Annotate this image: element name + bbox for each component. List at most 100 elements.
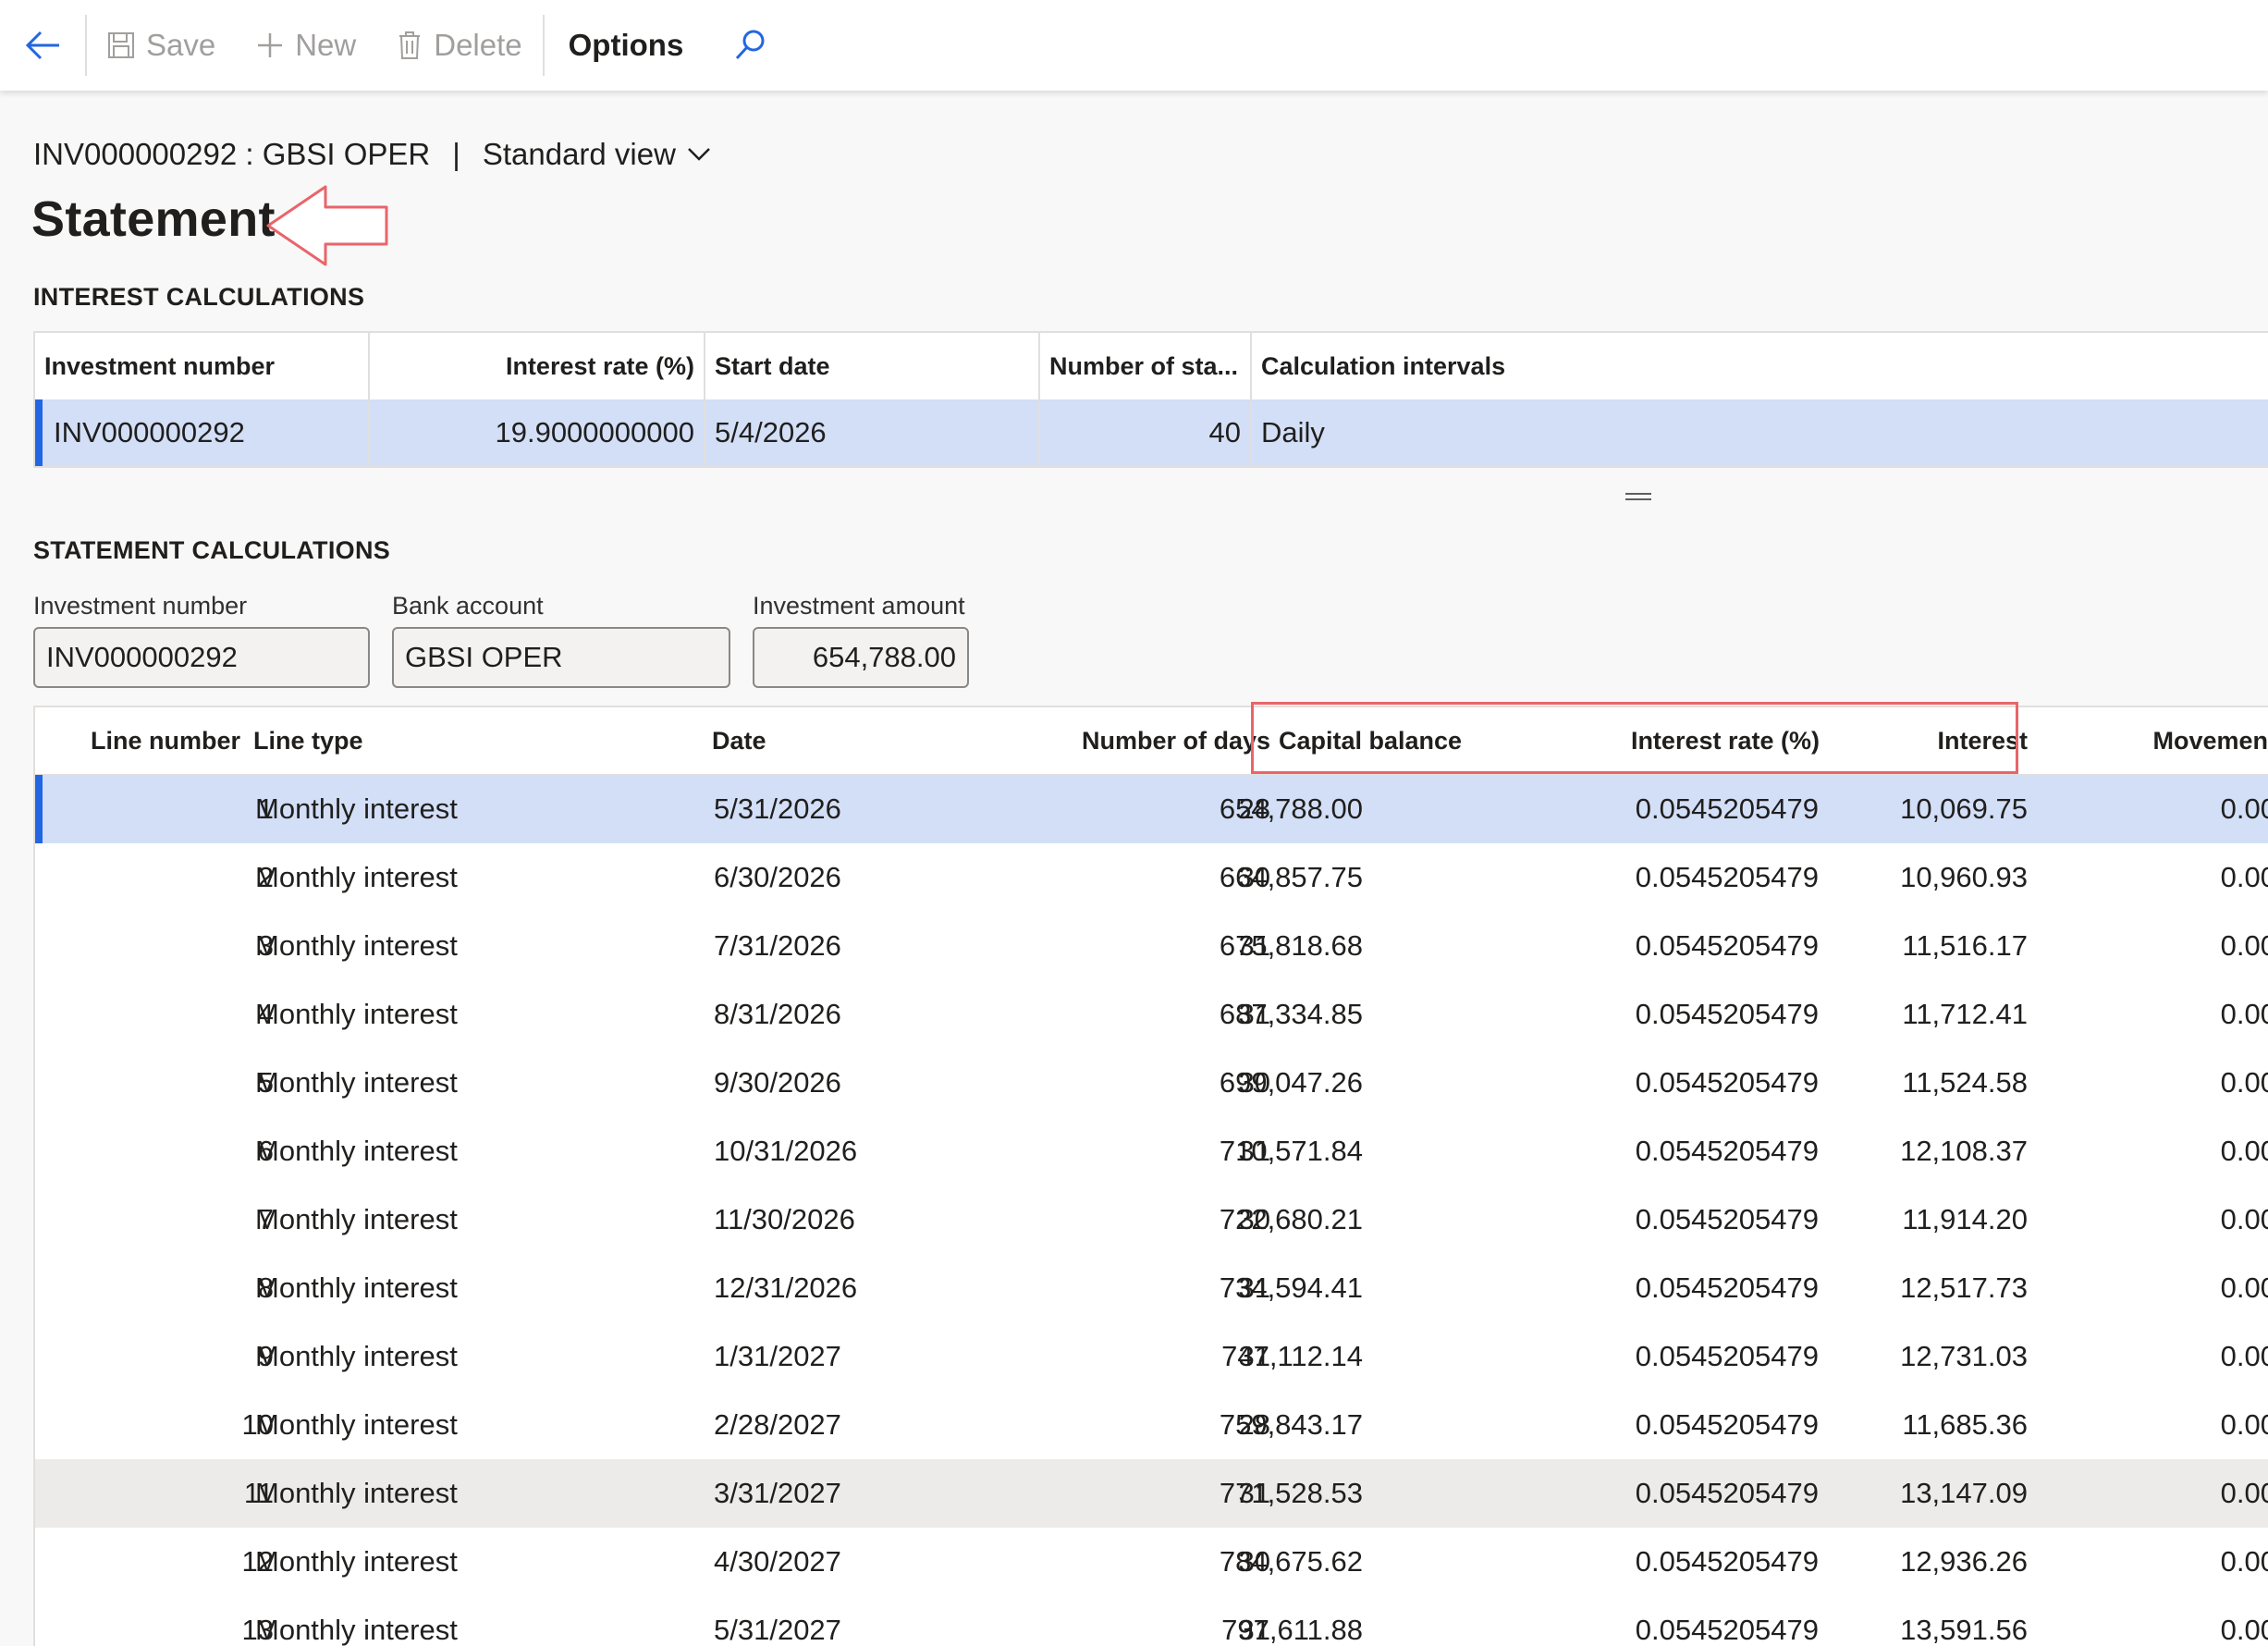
cell-capital-balance[interactable]: 664,857.75 [1220,843,1363,912]
table-row[interactable]: 8 Monthly interest 12/31/2026 31 734,594.41 0… [35,1254,2268,1322]
cell-interest[interactable]: 11,524.58 [1902,1049,2028,1117]
cell-movement[interactable]: 0.00 [2221,1254,2268,1322]
cell-date[interactable]: 5/31/2027 [714,1596,841,1646]
cell-movement[interactable]: 0.00 [2221,775,2268,843]
cell-capital-balance[interactable]: 722,680.21 [1220,1185,1363,1254]
cell-capital-balance[interactable]: 797,611.88 [1221,1596,1363,1646]
cell-movement[interactable]: 0.00 [2221,1459,2268,1528]
cell-start-date[interactable]: 5/4/2026 [705,399,1040,466]
investment-amount-field[interactable]: 654,788.00 [753,627,969,688]
cell-line-type[interactable]: Monthly interest [255,1185,458,1254]
cell-interest-rate[interactable]: 0.0545205479 [1636,1459,1819,1528]
column-header-interest-rate[interactable]: Interest rate (%) [370,333,705,399]
cell-investment-number[interactable]: INV000000292 [35,399,370,466]
table-row[interactable]: 7 Monthly interest 11/30/2026 30 722,680.21 0… [35,1185,2268,1254]
cell-movement[interactable]: 0.00 [2221,1391,2268,1459]
investment-number-field[interactable]: INV000000292 [33,627,370,688]
cell-date[interactable]: 11/30/2026 [714,1185,855,1254]
cell-date[interactable]: 3/31/2027 [714,1459,841,1528]
cell-date[interactable]: 6/30/2026 [714,843,841,912]
cell-movement[interactable]: 0.00 [2221,1049,2268,1117]
cell-interest[interactable]: 11,685.36 [1902,1391,2028,1459]
table-row[interactable]: 12 Monthly interest 4/30/2027 30 784,675.62 0… [35,1528,2268,1596]
table-row[interactable]: 6 Monthly interest 10/31/2026 31 710,571.84 0… [35,1117,2268,1185]
cell-interest-rate[interactable]: 0.0545205479 [1636,1117,1819,1185]
cell-line-type[interactable]: Monthly interest [255,1117,458,1185]
cell-interest[interactable]: 13,147.09 [1900,1459,2028,1528]
cell-date[interactable]: 12/31/2026 [714,1254,857,1322]
column-header-calculation-intervals[interactable]: Calculation intervals [1252,333,2268,399]
cell-interest[interactable]: 10,960.93 [1900,843,2028,912]
cell-capital-balance[interactable]: 710,571.84 [1220,1117,1363,1185]
options-button[interactable]: Options [545,0,708,91]
cell-movement[interactable]: 0.00 [2221,1528,2268,1596]
cell-interest-rate[interactable]: 0.0545205479 [1636,1049,1819,1117]
table-row[interactable]: 13 Monthly interest 5/31/2027 31 797,611.88 0… [35,1596,2268,1646]
cell-line-type[interactable]: Monthly interest [255,1596,458,1646]
cell-interest-rate[interactable]: 19.9000000000 [370,399,705,466]
cell-movement[interactable]: 0.00 [2221,980,2268,1049]
cell-calculation-intervals[interactable]: Daily [1252,399,2268,466]
cell-movement[interactable]: 0.00 [2221,1185,2268,1254]
save-button[interactable]: Save [87,0,236,91]
cell-line-type[interactable]: Monthly interest [255,912,458,980]
view-selector[interactable]: Standard view [483,137,711,172]
cell-movement[interactable]: 0.00 [2221,1596,2268,1646]
cell-interest[interactable]: 12,936.26 [1900,1528,2028,1596]
cell-movement[interactable]: 0.00 [2221,912,2268,980]
cell-date[interactable]: 4/30/2027 [714,1528,841,1596]
cell-interest-rate[interactable]: 0.0545205479 [1636,775,1819,843]
cell-date[interactable]: 1/31/2027 [714,1322,841,1391]
cell-interest-rate[interactable]: 0.0545205479 [1636,912,1819,980]
table-row[interactable]: INV000000292 19.9000000000 5/4/2026 40 D… [35,399,2268,466]
cell-line-type[interactable]: Monthly interest [255,843,458,912]
new-button[interactable]: New [236,0,376,91]
cell-interest-rate[interactable]: 0.0545205479 [1636,843,1819,912]
cell-date[interactable]: 8/31/2026 [714,980,841,1049]
cell-interest[interactable]: 12,517.73 [1900,1254,2028,1322]
cell-capital-balance[interactable]: 759,843.17 [1220,1391,1363,1459]
cell-number-of-statements[interactable]: 40 [1040,399,1252,466]
search-button[interactable] [707,0,792,91]
table-row[interactable]: 1 Monthly interest 5/31/2026 28 654,788.00 0.… [35,775,2268,843]
cell-line-type[interactable]: Monthly interest [255,980,458,1049]
cell-interest-rate[interactable]: 0.0545205479 [1636,1322,1819,1391]
cell-movement[interactable]: 0.00 [2221,1322,2268,1391]
cell-capital-balance[interactable]: 687,334.85 [1220,980,1363,1049]
cell-movement[interactable]: 0.00 [2221,1117,2268,1185]
cell-interest[interactable]: 13,591.56 [1900,1596,2028,1646]
table-row[interactable]: 3 Monthly interest 7/31/2026 31 675,818.68 0.… [35,912,2268,980]
cell-interest-rate[interactable]: 0.0545205479 [1636,1391,1819,1459]
cell-date[interactable]: 5/31/2026 [714,775,841,843]
cell-capital-balance[interactable]: 675,818.68 [1220,912,1363,980]
column-header-line-type[interactable]: Line type [253,707,363,774]
column-header-number-of-statements[interactable]: Number of sta... [1040,333,1252,399]
cell-capital-balance[interactable]: 734,594.41 [1220,1254,1363,1322]
column-header-line-number[interactable]: Line number [91,707,240,774]
splitter-icon[interactable] [1625,493,1651,502]
cell-date[interactable]: 10/31/2026 [714,1117,857,1185]
table-row[interactable]: 4 Monthly interest 8/31/2026 31 687,334.85 0.… [35,980,2268,1049]
cell-interest[interactable]: 11,516.17 [1902,912,2028,980]
cell-capital-balance[interactable]: 771,528.53 [1220,1459,1363,1528]
back-button[interactable] [0,0,85,91]
cell-interest-rate[interactable]: 0.0545205479 [1636,980,1819,1049]
table-row[interactable]: 5 Monthly interest 9/30/2026 30 699,047.26 0.… [35,1049,2268,1117]
cell-movement[interactable]: 0.00 [2221,843,2268,912]
cell-line-type[interactable]: Monthly interest [255,1528,458,1596]
cell-interest[interactable]: 10,069.75 [1900,775,2028,843]
table-row[interactable]: 9 Monthly interest 1/31/2027 31 747,112.14 0.… [35,1322,2268,1391]
cell-line-type[interactable]: Monthly interest [255,1049,458,1117]
column-header-start-date[interactable]: Start date [705,333,1040,399]
cell-capital-balance[interactable]: 699,047.26 [1220,1049,1363,1117]
cell-line-type[interactable]: Monthly interest [255,775,458,843]
delete-button[interactable]: Delete [376,0,542,91]
cell-line-type[interactable]: Monthly interest [255,1254,458,1322]
cell-date[interactable]: 2/28/2027 [714,1391,841,1459]
cell-interest[interactable]: 11,712.41 [1902,980,2028,1049]
table-row[interactable]: 10 Monthly interest 2/28/2027 28 759,843.17 0… [35,1391,2268,1459]
cell-interest[interactable]: 11,914.20 [1902,1185,2028,1254]
column-header-number-of-days[interactable]: Number of days [1082,707,1270,774]
table-row[interactable]: 2 Monthly interest 6/30/2026 30 664,857.75 0.… [35,843,2268,912]
table-row[interactable]: 11 Monthly interest 3/31/2027 31 771,528.53 0… [35,1459,2268,1528]
